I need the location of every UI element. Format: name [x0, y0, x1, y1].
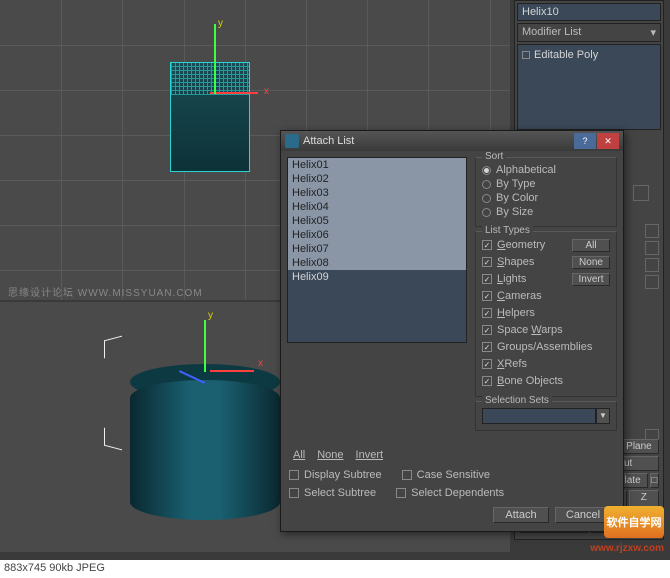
select-all-link[interactable]: All [293, 449, 305, 461]
gizmo-y-label: y [218, 18, 223, 29]
gizmo-x-axis[interactable] [210, 370, 254, 372]
dialog-titlebar[interactable]: Attach List ? ✕ [281, 131, 623, 151]
watermark-text: 思缘设计论坛 WWW.MISSYUAN.COM [8, 284, 203, 299]
pin-stack-icon[interactable] [633, 185, 649, 201]
modifier-stack-item[interactable]: Editable Poly [522, 49, 656, 61]
sort-radio[interactable] [482, 166, 491, 175]
gizmo-x-label: x [264, 86, 269, 97]
modifier-expand-icon[interactable] [522, 51, 530, 59]
modifier-list-dropdown[interactable]: Modifier List ▾ [517, 23, 661, 42]
type-checkbox[interactable]: ✓ [482, 291, 492, 301]
type-filter-button[interactable]: None [572, 256, 610, 269]
select-none-link[interactable]: None [317, 449, 343, 461]
type-checkbox[interactable]: ✓ [482, 376, 492, 386]
list-item[interactable]: Helix01 [288, 158, 466, 172]
gizmo-y-axis[interactable] [214, 24, 216, 94]
display-subtree-label: Display Subtree [304, 469, 382, 481]
option-toggle[interactable] [645, 258, 659, 272]
attach-list-dialog: Attach List ? ✕ Helix01Helix02Helix03Hel… [280, 130, 624, 532]
select-invert-link[interactable]: Invert [356, 449, 384, 461]
type-label: Shapes [497, 256, 534, 268]
type-checkbox[interactable]: ✓ [482, 325, 492, 335]
list-item[interactable]: Helix06 [288, 228, 466, 242]
chevron-down-icon: ▾ [650, 26, 656, 39]
selection-sets-dropdown[interactable] [482, 408, 596, 424]
sort-group: Sort AlphabeticalBy TypeBy ColorBy Size [475, 157, 617, 227]
cylinder-object[interactable] [130, 380, 280, 520]
sort-option-label: By Size [496, 206, 533, 218]
app-frame: x y 思缘设计论坛 WWW.MISSYUAN.COM x y Helix10 … [0, 0, 670, 560]
top-view-object[interactable] [170, 62, 250, 172]
select-dependents-checkbox[interactable] [396, 488, 406, 498]
type-checkbox[interactable]: ✓ [482, 274, 492, 284]
case-sensitive-label: Case Sensitive [417, 469, 490, 481]
type-label: Geometry [497, 239, 545, 251]
list-item[interactable]: Helix03 [288, 186, 466, 200]
select-subtree-label: Select Subtree [304, 487, 376, 499]
type-label: Helpers [497, 307, 535, 319]
list-types-group: List Types ✓GeometryAll✓ShapesNone✓Light… [475, 231, 617, 397]
type-filter-button[interactable]: All [572, 239, 610, 252]
type-checkbox[interactable]: ✓ [482, 342, 492, 352]
attach-button[interactable]: Attach [493, 507, 549, 523]
type-label: Space Warps [497, 324, 563, 336]
type-label: Groups/Assemblies [497, 341, 592, 353]
sort-radio[interactable] [482, 194, 491, 203]
modifier-item-label: Editable Poly [534, 49, 598, 61]
type-label: Lights [497, 273, 526, 285]
case-sensitive-checkbox[interactable] [402, 470, 412, 480]
option-toggle[interactable] [645, 224, 659, 238]
list-item[interactable]: Helix09 [288, 270, 466, 284]
list-item[interactable]: Helix08 [288, 256, 466, 270]
sort-option-label: By Type [496, 178, 536, 190]
type-label: Bone Objects [497, 375, 563, 387]
gizmo-y-label: y [208, 310, 213, 321]
sort-option-label: By Color [496, 192, 538, 204]
type-checkbox[interactable]: ✓ [482, 257, 492, 267]
list-item[interactable]: Helix04 [288, 200, 466, 214]
dialog-title: Attach List [303, 135, 570, 147]
select-dependents-label: Select Dependents [411, 487, 504, 499]
option-toggle[interactable] [645, 275, 659, 289]
object-name-field[interactable]: Helix10 [517, 3, 661, 21]
object-list[interactable]: Helix01Helix02Helix03Helix04Helix05Helix… [287, 157, 467, 343]
type-filter-button[interactable]: Invert [572, 273, 610, 286]
type-label: Cameras [497, 290, 542, 302]
type-checkbox[interactable]: ✓ [482, 359, 492, 369]
option-toggle[interactable] [645, 241, 659, 255]
selection-sets-group: Selection Sets ▼ [475, 401, 617, 431]
cancel-button[interactable]: Cancel [555, 507, 611, 523]
sort-group-label: Sort [482, 151, 506, 162]
display-subtree-checkbox[interactable] [289, 470, 299, 480]
tessellate-settings-button[interactable]: □ [650, 473, 659, 488]
site-logo: 软件自学网 [604, 506, 664, 538]
chevron-down-icon[interactable]: ▼ [596, 408, 610, 424]
type-label: XRefs [497, 358, 527, 370]
list-item[interactable]: Helix02 [288, 172, 466, 186]
list-item[interactable]: Helix05 [288, 214, 466, 228]
type-checkbox[interactable]: ✓ [482, 308, 492, 318]
list-item[interactable]: Helix07 [288, 242, 466, 256]
gizmo-y-axis[interactable] [204, 320, 206, 372]
help-button[interactable]: ? [574, 133, 596, 149]
selection-sets-label: Selection Sets [482, 395, 552, 406]
image-credits: 883x745 90kb JPEG [4, 562, 105, 574]
sort-radio[interactable] [482, 208, 491, 217]
type-checkbox[interactable]: ✓ [482, 240, 492, 250]
modifier-list-label: Modifier List [522, 26, 581, 39]
app-icon [285, 134, 299, 148]
sort-radio[interactable] [482, 180, 491, 189]
sort-option-label: Alphabetical [496, 164, 556, 176]
select-subtree-checkbox[interactable] [289, 488, 299, 498]
modifier-stack[interactable]: Editable Poly [517, 44, 661, 130]
site-url: www.rjzxw.com [590, 543, 664, 554]
gizmo-x-label: x [258, 358, 263, 369]
list-types-label: List Types [482, 225, 533, 236]
gizmo-x-axis[interactable] [210, 92, 258, 94]
close-button[interactable]: ✕ [597, 133, 619, 149]
